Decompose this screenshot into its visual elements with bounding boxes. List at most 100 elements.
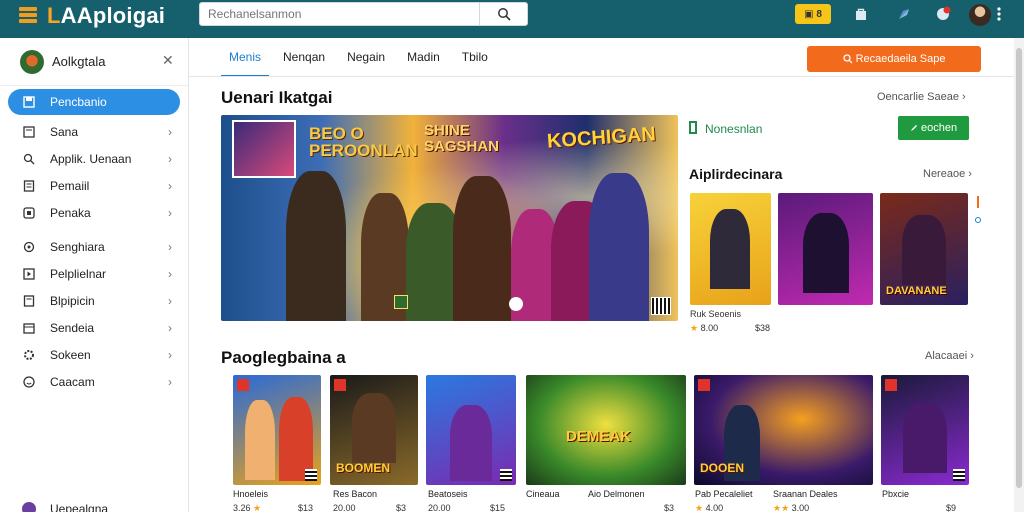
green-action-button[interactable]: eochen [898, 116, 969, 140]
card-name: Pab Pecaleliet [695, 489, 753, 499]
wallet-icon: ▣ [804, 8, 814, 20]
chevron-right-icon: › [168, 152, 172, 166]
popular-link-label: Alacaaei [925, 350, 968, 362]
mini-card[interactable] [690, 193, 771, 305]
hero-banner[interactable]: BEO O PEROONLAN SHINE SAGSHAN KOCHIGAN [221, 115, 678, 321]
sidebar-item-label: Pencbanio [50, 95, 107, 109]
search-icon [22, 152, 36, 166]
promo-button[interactable]: Recaedaeila Sape [807, 46, 981, 72]
card-rating: ★ 4.00 [695, 503, 723, 512]
menu-icon[interactable] [19, 7, 37, 23]
search-input[interactable] [208, 7, 478, 21]
bookmark-icon [22, 95, 36, 109]
mini-card[interactable] [778, 193, 873, 305]
document-icon [22, 179, 36, 193]
sidebar-user-name: Aolkgtala [52, 54, 106, 69]
sidebar-item-5[interactable]: Senghiara › [8, 234, 180, 260]
search-button[interactable] [479, 3, 527, 25]
right-section-link[interactable]: Nereaoe › [923, 168, 972, 180]
card-badge-icon [885, 379, 897, 391]
user-avatar[interactable] [969, 4, 991, 26]
list-icon [22, 125, 36, 139]
app-logo[interactable]: LAAploigai [47, 3, 165, 29]
sidebar-item-1[interactable]: Sana › [8, 119, 180, 145]
sidebar-avatar[interactable] [20, 50, 44, 74]
chat-icon [937, 6, 951, 20]
close-icon[interactable]: ✕ [162, 52, 174, 69]
scroll-right-icon[interactable] [975, 196, 981, 226]
sidebar-item-2[interactable]: Applik. Uenaan › [8, 146, 180, 172]
tab-0[interactable]: Menis [221, 38, 270, 77]
gear-icon [22, 240, 36, 254]
more-vertical-icon [997, 7, 1001, 21]
sidebar-item-8[interactable]: Sendeia › [8, 315, 180, 341]
sidebar-item-3[interactable]: Pemaiil › [8, 173, 180, 199]
right-section-title: Aiplirdecinara [689, 166, 783, 182]
more-menu-button[interactable] [994, 4, 1004, 24]
card-character [450, 405, 492, 481]
game-card[interactable] [233, 375, 321, 485]
tab-4[interactable]: Tbilo [454, 38, 496, 77]
mini-card[interactable]: DAVANANE [880, 193, 968, 305]
mini-card-label: DAVANANE [886, 285, 947, 297]
wallet-button[interactable]: ▣ 8 [795, 4, 831, 24]
mini-card-price: $38 [755, 323, 771, 333]
featured-see-all-link[interactable]: Oencarlie Saeae › [877, 91, 966, 103]
sidebar-item-9[interactable]: Sokeen › [8, 342, 180, 368]
popular-see-all-link[interactable]: Alacaaei › [925, 350, 974, 362]
chevron-right-icon: › [168, 240, 172, 254]
settings-icon [22, 348, 36, 362]
card-name: Pbxcie [882, 489, 910, 499]
qr-code-icon [500, 469, 512, 481]
qr-code-icon [651, 297, 671, 315]
card-price: $3 [396, 503, 407, 512]
card-name: Aio Delmonen [588, 489, 645, 499]
search-box [199, 2, 528, 26]
sidebar-item-10[interactable]: Caacam › [8, 369, 180, 395]
bag-button[interactable] [850, 4, 872, 24]
sidebar-item-7[interactable]: Blpipicin › [8, 288, 180, 314]
page-scrollbar[interactable] [1014, 38, 1024, 512]
hero-badge [394, 295, 408, 309]
sidebar-bottom-item[interactable]: Uepealgna [22, 502, 108, 512]
sidebar-item-4[interactable]: Penaka › [8, 200, 180, 226]
tab-3[interactable]: Madin [399, 38, 448, 77]
hero-text-a: BEO O PEROONLAN [309, 124, 418, 160]
bag-icon [856, 8, 866, 20]
green-button-label: eochen [920, 122, 958, 134]
device-icon [689, 121, 697, 134]
card-name: Beatoseis [428, 489, 468, 499]
tab-2[interactable]: Negain [339, 38, 393, 77]
mini-card-caption: Ruk Seoenis [690, 309, 742, 319]
play-icon[interactable] [509, 297, 523, 311]
document-icon [22, 294, 36, 308]
card-rating: 20.00 [428, 503, 451, 512]
tabs-divider [189, 76, 1014, 77]
sidebar-bottom-label: Uepealgna [50, 502, 109, 512]
hero-character [589, 173, 649, 321]
game-card[interactable] [881, 375, 969, 485]
game-card[interactable] [426, 375, 516, 485]
star-icon: ★ [253, 503, 262, 512]
sidebar-item-label: Caacam [50, 375, 95, 389]
card-price: $13 [298, 503, 314, 512]
sidebar-item-label: Sokeen [50, 348, 91, 362]
game-card[interactable]: DEMEAK [526, 375, 686, 485]
card-badge-icon [334, 379, 346, 391]
sidebar-item-0[interactable]: Pencbanio [8, 89, 180, 115]
chevron-right-icon: › [168, 125, 172, 139]
profile-icon [22, 502, 36, 512]
sidebar-item-label: Blpipicin [50, 294, 95, 308]
wallet-count: 8 [816, 8, 822, 20]
notifications-button[interactable] [932, 4, 954, 24]
game-card[interactable]: BOOMEN [330, 375, 418, 485]
rocket-button[interactable] [893, 4, 915, 24]
tab-bar: Menis Nenqan Negain Madin Tbilo [221, 38, 502, 77]
game-card[interactable]: DOOEN [694, 375, 873, 485]
sidebar-item-6[interactable]: Pelplielnar › [8, 261, 180, 287]
scrollbar-thumb[interactable] [1016, 48, 1022, 488]
right-panel-header: Nonesnlan [705, 122, 763, 136]
tab-1[interactable]: Nenqan [275, 38, 333, 77]
card-name: Sraanan Deales [773, 489, 838, 499]
rating-value: 3.00 [791, 503, 810, 512]
